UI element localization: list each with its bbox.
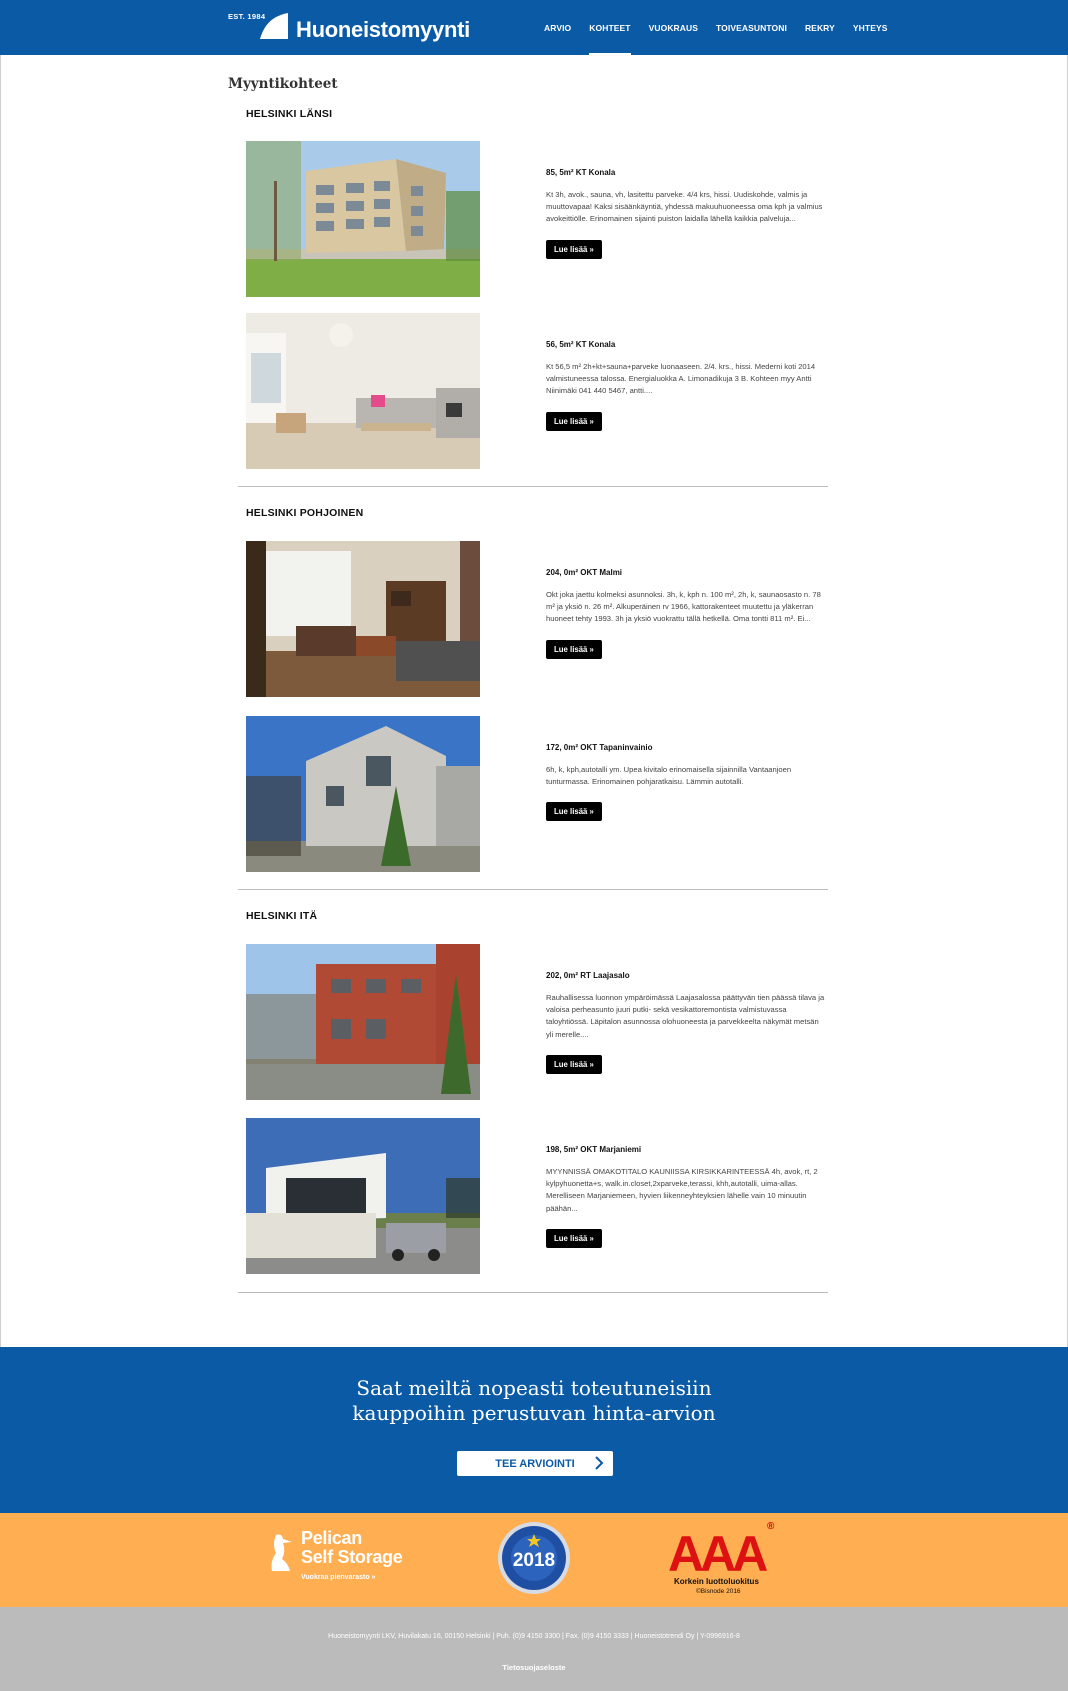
listing-info: 198, 5m² OKT Marjaniemi MYYNNISSÄ OMAKOT… xyxy=(546,1145,826,1248)
listing-title[interactable]: 56, 5m² KT Konala xyxy=(546,340,826,349)
pelican-name: Pelican Self Storage xyxy=(301,1528,403,1567)
listing-card: 198, 5m² OKT Marjaniemi MYYNNISSÄ OMAKOT… xyxy=(246,1118,826,1276)
section-divider xyxy=(238,889,828,890)
listing-photo[interactable] xyxy=(246,541,480,697)
seal-year: 2018 xyxy=(513,1550,555,1571)
nav-yhteys[interactable]: YHTEYS xyxy=(844,0,897,55)
section-divider xyxy=(238,486,828,487)
nav-vuokraus[interactable]: VUOKRAUS xyxy=(640,0,707,55)
main-nav: ARVIO KOHTEET VUOKRAUS TOIVEASUNTONI REK… xyxy=(535,0,897,55)
pelican-name-line-2: Self Storage xyxy=(301,1547,403,1567)
listing-description: 6h, k, kph,autotalli ym. Upea kivitalo e… xyxy=(546,765,792,787)
section-divider xyxy=(238,1292,828,1293)
read-more-button[interactable]: Lue lisää » xyxy=(546,639,602,659)
banner-line-2: kauppoihin perustuvan hinta-arvion xyxy=(352,1401,716,1425)
living-room-white-image xyxy=(246,313,480,469)
listing-photo[interactable] xyxy=(246,944,480,1100)
listing-photo[interactable] xyxy=(246,1118,480,1274)
apartment-building-image xyxy=(246,141,480,297)
region-heading: HELSINKI LÄNSI xyxy=(246,108,333,120)
living-room-brown-image xyxy=(246,541,480,697)
read-more-button[interactable]: Lue lisää » xyxy=(546,802,602,822)
site-logo[interactable]: EST. 1984 Huoneistomyynti xyxy=(228,10,488,46)
listing-info: 85, 5m² KT Konala Kt 3h, avok., sauna, v… xyxy=(546,168,826,259)
read-more-button[interactable]: Lue lisää » xyxy=(546,411,602,431)
listing-card: 172, 0m² OKT Tapaninvainio 6h, k, kph,au… xyxy=(246,716,826,874)
footer-address: Huoneistomyynti LKV, Huvilakatu 16, 0015… xyxy=(328,1633,740,1640)
listing-title[interactable]: 172, 0m² OKT Tapaninvainio xyxy=(546,743,826,752)
pelican-logo[interactable]: Pelican Self Storage Vuokraa pienvarasto… xyxy=(268,1529,418,1589)
listing-info: 56, 5m² KT Konala Kt 56,5 m² 2h+kt+sauna… xyxy=(546,340,826,431)
listing-title[interactable]: 204, 0m² OKT Malmi xyxy=(546,568,826,577)
listing-photo[interactable] xyxy=(246,313,480,469)
site-header: EST. 1984 Huoneistomyynti ARVIO KOHTEET … xyxy=(0,0,1068,55)
listing-description: Okt joka jaettu kolmeksi asunnoksi. 3h, … xyxy=(546,590,821,624)
page-title: Myyntikohteet xyxy=(228,76,338,92)
listing-card: 85, 5m² KT Konala Kt 3h, avok., sauna, v… xyxy=(246,141,826,299)
pelican-link[interactable]: Vuokraa pienvarasto » xyxy=(301,1574,375,1581)
listing-card: 202, 0m² RT Laajasalo Rauhallisessa luon… xyxy=(246,944,826,1102)
aaa-copyright: ©Bisnode 2016 xyxy=(696,1588,741,1595)
brick-rowhouse-image xyxy=(246,944,480,1100)
listing-photo[interactable] xyxy=(246,716,480,872)
listing-description: Kt 56,5 m² 2h+kt+sauna+parveke luonaasee… xyxy=(546,362,816,396)
listing-card: 204, 0m² OKT Malmi Okt joka jaettu kolme… xyxy=(246,541,826,699)
valuation-button[interactable]: TEE ARVIOINTI xyxy=(457,1451,613,1476)
partner-logos: Pelican Self Storage Vuokraa pienvarasto… xyxy=(0,1513,1068,1607)
modern-villa-image xyxy=(246,1118,480,1274)
listing-card: 56, 5m² KT Konala Kt 56,5 m² 2h+kt+sauna… xyxy=(246,313,826,471)
nav-arvio[interactable]: ARVIO xyxy=(535,0,580,55)
banner-line-1: Saat meiltä nopeasti toteutuneisiin xyxy=(356,1376,712,1400)
region-heading: HELSINKI ITÄ xyxy=(246,910,318,922)
logo-name: Huoneistomyynti xyxy=(296,17,470,42)
read-more-button[interactable]: Lue lisää » xyxy=(546,239,602,259)
registered-icon: ® xyxy=(767,1521,775,1532)
listing-info: 204, 0m² OKT Malmi Okt joka jaettu kolme… xyxy=(546,568,826,659)
listing-description: Rauhallisessa luonnon ympäröimässä Laaja… xyxy=(546,993,825,1039)
valuation-banner: Saat meiltä nopeasti toteutuneisiin kaup… xyxy=(0,1347,1068,1513)
privacy-link[interactable]: Tietosuojaseloste xyxy=(0,1663,1068,1672)
read-more-button[interactable]: Lue lisää » xyxy=(546,1054,602,1074)
listing-info: 202, 0m² RT Laajasalo Rauhallisessa luon… xyxy=(546,971,826,1074)
valuation-button-label: TEE ARVIOINTI xyxy=(495,1457,575,1470)
listing-description: Kt 3h, avok., sauna, vh, lasitettu parve… xyxy=(546,190,823,224)
stone-house-image xyxy=(246,716,480,872)
read-more-button[interactable]: Lue lisää » xyxy=(546,1228,602,1248)
listing-info: 172, 0m² OKT Tapaninvainio 6h, k, kph,au… xyxy=(546,743,826,822)
pelican-name-line-1: Pelican xyxy=(301,1528,362,1548)
chevron-right-icon xyxy=(595,1456,604,1470)
listing-photo[interactable] xyxy=(246,141,480,297)
nav-rekry[interactable]: REKRY xyxy=(796,0,844,55)
quality-seal-icon[interactable]: 2018 xyxy=(497,1521,571,1595)
nav-toiveasuntoni[interactable]: TOIVEASUNTONI xyxy=(707,0,796,55)
listing-title[interactable]: 85, 5m² KT Konala xyxy=(546,168,826,177)
banner-headline: Saat meiltä nopeasti toteutuneisiin kaup… xyxy=(0,1376,1068,1426)
listing-description: MYYNNISSÄ OMAKOTITALO KAUNIISSA KIRSIKKA… xyxy=(546,1167,818,1213)
logo-mark-icon xyxy=(260,13,288,39)
aaa-caption: Korkein luottoluokitus xyxy=(674,1577,759,1586)
site-footer: Huoneistomyynti LKV, Huvilakatu 16, 0015… xyxy=(0,1607,1068,1691)
pelican-bird-icon xyxy=(271,1534,292,1571)
aaa-rating-logo[interactable]: AAA ® Korkein luottoluokitus ©Bisnode 20… xyxy=(664,1521,784,1601)
aaa-letters: AAA xyxy=(668,1526,767,1577)
nav-kohteet[interactable]: KOHTEET xyxy=(580,0,639,55)
listing-title[interactable]: 198, 5m² OKT Marjaniemi xyxy=(546,1145,826,1154)
region-heading: HELSINKI POHJOINEN xyxy=(246,507,364,519)
listing-title[interactable]: 202, 0m² RT Laajasalo xyxy=(546,971,826,980)
aaa-mark-icon: AAA xyxy=(668,1526,771,1577)
